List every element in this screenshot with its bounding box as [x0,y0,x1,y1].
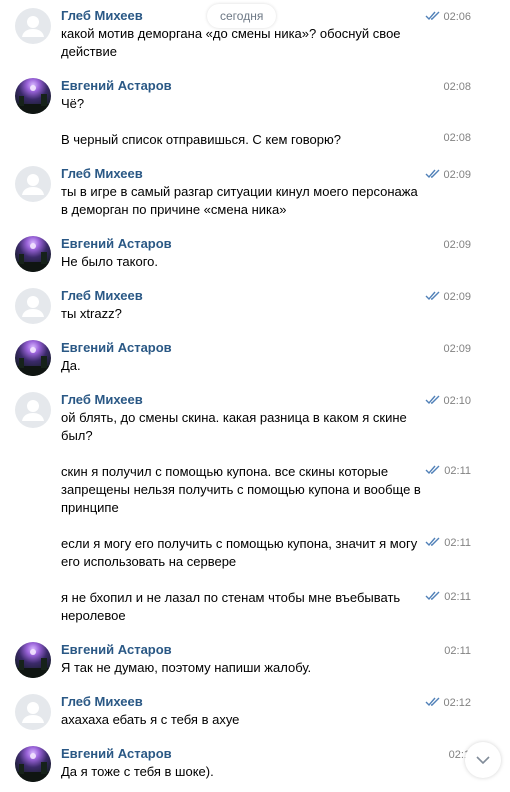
photo-avatar[interactable] [15,746,51,782]
message-text: Да я тоже с тебя в шоке). [61,764,214,779]
photo-avatar[interactable] [15,642,51,678]
read-ticks-icon [425,291,441,301]
message-time: 02:11 [444,537,471,549]
message-text: скин я получил с помощью купона. все ски… [61,464,421,515]
message-time: 02:09 [443,343,471,355]
photo-avatar[interactable] [15,78,51,114]
message-time: 02:08 [443,81,471,93]
photo-avatar[interactable] [15,236,51,272]
message-time: 02:11 [444,465,471,477]
message-text: Чё? [61,96,85,111]
read-ticks-icon [425,537,441,547]
message-time: 02:09 [443,169,471,181]
read-ticks-icon [425,465,441,475]
author-name[interactable]: Евгений Астаров [61,746,172,762]
message-time: 02:06 [443,11,471,23]
author-name[interactable]: Евгений Астаров [61,642,172,658]
read-ticks-icon [425,11,441,21]
chevron-down-icon [476,751,490,769]
read-ticks-icon [425,169,441,179]
message-text: ахахаха ебать я с тебя в ахуе [61,712,240,727]
scroll-down-button[interactable] [465,742,501,778]
message-text: ты xtrazz? [61,306,122,321]
message-time: 02:08 [443,132,471,144]
photo-avatar[interactable] [15,340,51,376]
message-time: 02:10 [443,395,471,407]
message-text: ой блять, до смены скина. какая разница … [61,410,407,443]
read-ticks-icon [425,697,441,707]
author-name[interactable]: Глеб Михеев [61,288,143,304]
message-text: ты в игре в самый разгар ситуации кинул … [61,184,418,217]
author-name[interactable]: Глеб Михеев [61,694,143,710]
message-text: если я могу его получить с помощью купон… [61,536,418,569]
default-avatar[interactable] [15,166,51,202]
message-time: 02:09 [443,291,471,303]
default-avatar[interactable] [15,288,51,324]
author-name[interactable]: Глеб Михеев [61,8,143,24]
message-text: Не было такого. [61,254,158,269]
default-avatar[interactable] [15,8,51,44]
message-text: Я так не думаю, поэтому напиши жалобу. [61,660,312,675]
author-name[interactable]: Глеб Михеев [61,392,143,408]
message-text: какой мотив деморгана «до смены ника»? о… [61,26,401,59]
read-ticks-icon [425,395,441,405]
message-text: я не бхопил и не лазал по стенам чтобы м… [61,590,401,623]
author-name[interactable]: Евгений Астаров [61,78,172,94]
message-time: 02:11 [444,591,471,603]
author-name[interactable]: Глеб Михеев [61,166,143,182]
message-text: Да. [61,358,81,373]
message-time: 02:11 [444,645,471,657]
read-ticks-icon [425,591,441,601]
message-feed: Глеб Михеев какой мотив деморгана «до см… [0,0,510,792]
message-time: 02:09 [443,239,471,251]
author-name[interactable]: Евгений Астаров [61,236,172,252]
default-avatar[interactable] [15,392,51,428]
default-avatar[interactable] [15,694,51,730]
message-text: В черный список отправишься. С кем говор… [61,132,341,147]
date-divider: сегодня [207,4,277,28]
message-time: 02:12 [443,697,471,709]
author-name[interactable]: Евгений Астаров [61,340,172,356]
